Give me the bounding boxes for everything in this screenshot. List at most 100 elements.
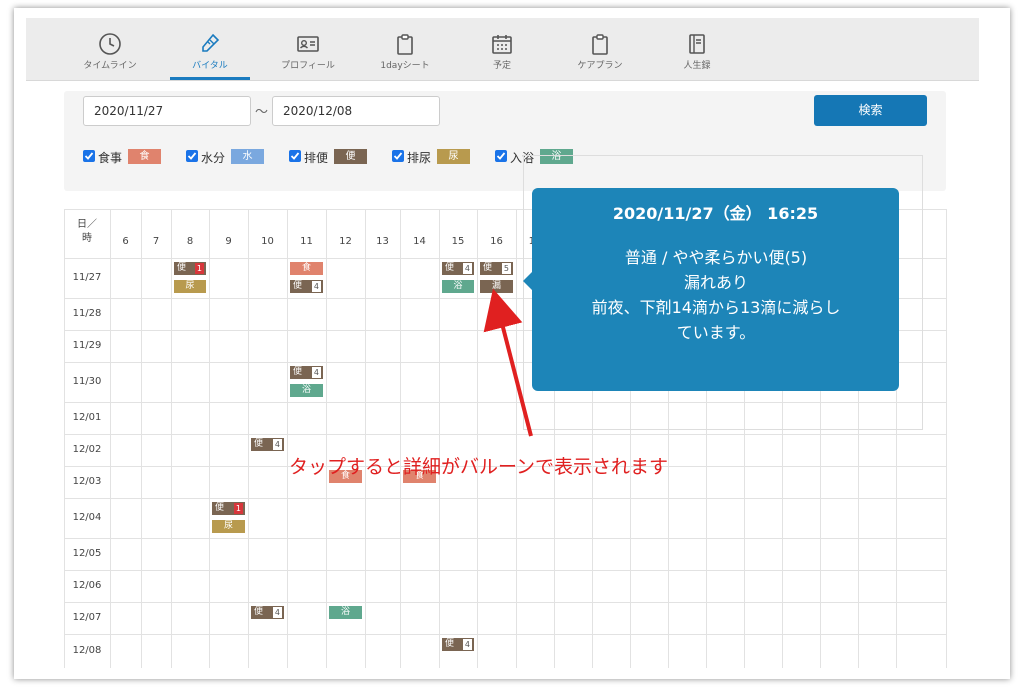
vital-entry-badge[interactable]: 便4 xyxy=(251,438,284,451)
clipboard-icon xyxy=(588,32,612,56)
tab-5[interactable]: 予定 xyxy=(462,18,542,81)
entry-count: 4 xyxy=(272,439,282,450)
date-row-label: 12/07 xyxy=(72,612,102,623)
checkbox-checked-icon[interactable] xyxy=(392,150,404,162)
tab-7[interactable]: 人生録 xyxy=(657,18,737,81)
entry-count: 4 xyxy=(462,263,472,274)
hour-header: 13 xyxy=(376,236,389,247)
vital-entry-badge[interactable]: 漏 xyxy=(480,280,513,293)
tab-4[interactable]: 1dayシート xyxy=(365,18,445,81)
grid-corner-label: 日／ 時 xyxy=(77,219,97,244)
grid-column-line xyxy=(110,209,111,668)
profile-card-icon xyxy=(296,32,320,56)
tab-3[interactable]: プロフィール xyxy=(268,18,348,81)
category-chip: 便 xyxy=(334,149,367,164)
date-to-input[interactable]: 2020/12/08 xyxy=(272,96,440,126)
entry-count: 1 xyxy=(233,503,243,514)
vital-entry-badge[interactable]: 尿 xyxy=(212,520,245,533)
entry-label: 便 xyxy=(445,263,455,273)
vital-entry-badge[interactable]: 浴 xyxy=(290,384,323,397)
vital-entry-badge[interactable]: 便4 xyxy=(442,638,474,651)
category-chip: 水 xyxy=(231,149,264,164)
vital-entry-badge[interactable]: 便1 xyxy=(174,262,206,275)
checkbox-checked-icon[interactable] xyxy=(495,150,507,162)
clipboard-icon xyxy=(393,32,417,56)
balloon-body: 普通 / やや柔らかい便(5) 漏れあり 前夜、下剤14滴から13滴に減らし て… xyxy=(546,245,886,345)
active-tab-indicator xyxy=(170,77,250,80)
calendar-icon xyxy=(490,32,514,56)
vital-entry-badge[interactable]: 便5 xyxy=(480,262,513,275)
date-row-label: 12/05 xyxy=(72,548,102,559)
vital-entry-badge[interactable]: 食 xyxy=(290,262,323,275)
grid-column-line xyxy=(439,209,440,668)
checkbox-checked-icon[interactable] xyxy=(83,150,95,162)
hour-header: 6 xyxy=(122,236,129,247)
tab-2[interactable]: バイタル xyxy=(170,18,250,81)
grid-column-line xyxy=(477,209,478,668)
tab-label: 予定 xyxy=(492,61,511,71)
date-row-label: 11/27 xyxy=(72,272,102,283)
hour-header: 12 xyxy=(339,236,352,247)
grid-row-line xyxy=(64,634,946,635)
entry-label: 便 xyxy=(445,639,455,649)
date-row-label: 12/08 xyxy=(72,645,102,656)
vital-entry-badge[interactable]: 便4 xyxy=(442,262,474,275)
search-button[interactable]: 検索 xyxy=(814,95,927,126)
notebook-icon xyxy=(685,32,709,56)
balloon-arrow xyxy=(523,272,532,290)
tab-label: タイムライン xyxy=(83,61,137,71)
vital-entry-badge[interactable]: 浴 xyxy=(442,280,474,293)
tab-6[interactable]: ケアプラン xyxy=(560,18,640,81)
vital-entry-badge[interactable]: 便4 xyxy=(290,280,323,293)
vital-entry-badge[interactable]: 便4 xyxy=(290,366,323,379)
hour-header: 15 xyxy=(451,236,465,247)
entry-label: 浴 xyxy=(340,607,350,617)
entry-label: 便 xyxy=(254,607,264,617)
category-chip: 尿 xyxy=(437,149,470,164)
entry-count: 4 xyxy=(462,639,472,650)
tab-label: バイタル xyxy=(192,61,228,71)
hour-header: 10 xyxy=(261,236,274,247)
grid-column-line xyxy=(400,209,401,668)
hour-header: 14 xyxy=(413,236,426,247)
date-row-label: 11/28 xyxy=(72,308,102,319)
entry-label: 尿 xyxy=(185,281,195,291)
checkbox-label: 排便 xyxy=(304,151,329,165)
hour-header: 7 xyxy=(152,236,160,247)
clock-icon xyxy=(98,32,122,56)
grid-column-line xyxy=(287,209,288,668)
balloon-line: 漏れあり xyxy=(683,273,748,292)
thermometer-icon xyxy=(198,32,222,56)
entry-label: 便 xyxy=(177,263,187,273)
date-row-label: 12/04 xyxy=(72,512,102,523)
entry-label: 便 xyxy=(293,281,303,291)
balloon-line: ています。 xyxy=(676,323,756,342)
hour-header: 8 xyxy=(186,236,194,247)
entry-count: 5 xyxy=(501,263,511,274)
entry-label: 浴 xyxy=(301,385,311,395)
grid-row-line xyxy=(64,538,946,539)
vital-entry-badge[interactable]: 尿 xyxy=(174,280,206,293)
checkbox-checked-icon[interactable] xyxy=(289,150,301,162)
entry-count: 4 xyxy=(311,281,321,292)
hour-header: 9 xyxy=(225,236,232,247)
vital-entry-badge[interactable]: 便4 xyxy=(251,606,284,619)
vital-entry-badge[interactable]: 浴 xyxy=(329,606,362,619)
grid-row-line xyxy=(64,434,946,435)
entry-label: 便 xyxy=(215,503,225,513)
date-from-input[interactable]: 2020/11/27 xyxy=(83,96,251,126)
category-chip: 食 xyxy=(128,149,161,164)
checkbox-checked-icon[interactable] xyxy=(186,150,198,162)
vital-entry-badge[interactable]: 便1 xyxy=(212,502,245,515)
entry-count: 4 xyxy=(272,607,282,618)
balloon-line: 前夜、下剤14滴から13滴に減らし xyxy=(591,298,841,317)
grid-row-line xyxy=(64,498,946,499)
entry-count: 4 xyxy=(311,367,321,378)
tab-label: ケアプラン xyxy=(577,61,623,71)
tab-bar: タイムライン バイタル プロフィール 1dayシート 予定 ケアプラン 人生録 xyxy=(26,18,979,81)
grid-column-line xyxy=(141,209,142,668)
date-range-separator: 〜 xyxy=(255,105,269,120)
tab-1[interactable]: タイムライン xyxy=(70,18,150,81)
grid-column-line xyxy=(248,209,249,668)
date-row-label: 12/01 xyxy=(72,412,102,423)
